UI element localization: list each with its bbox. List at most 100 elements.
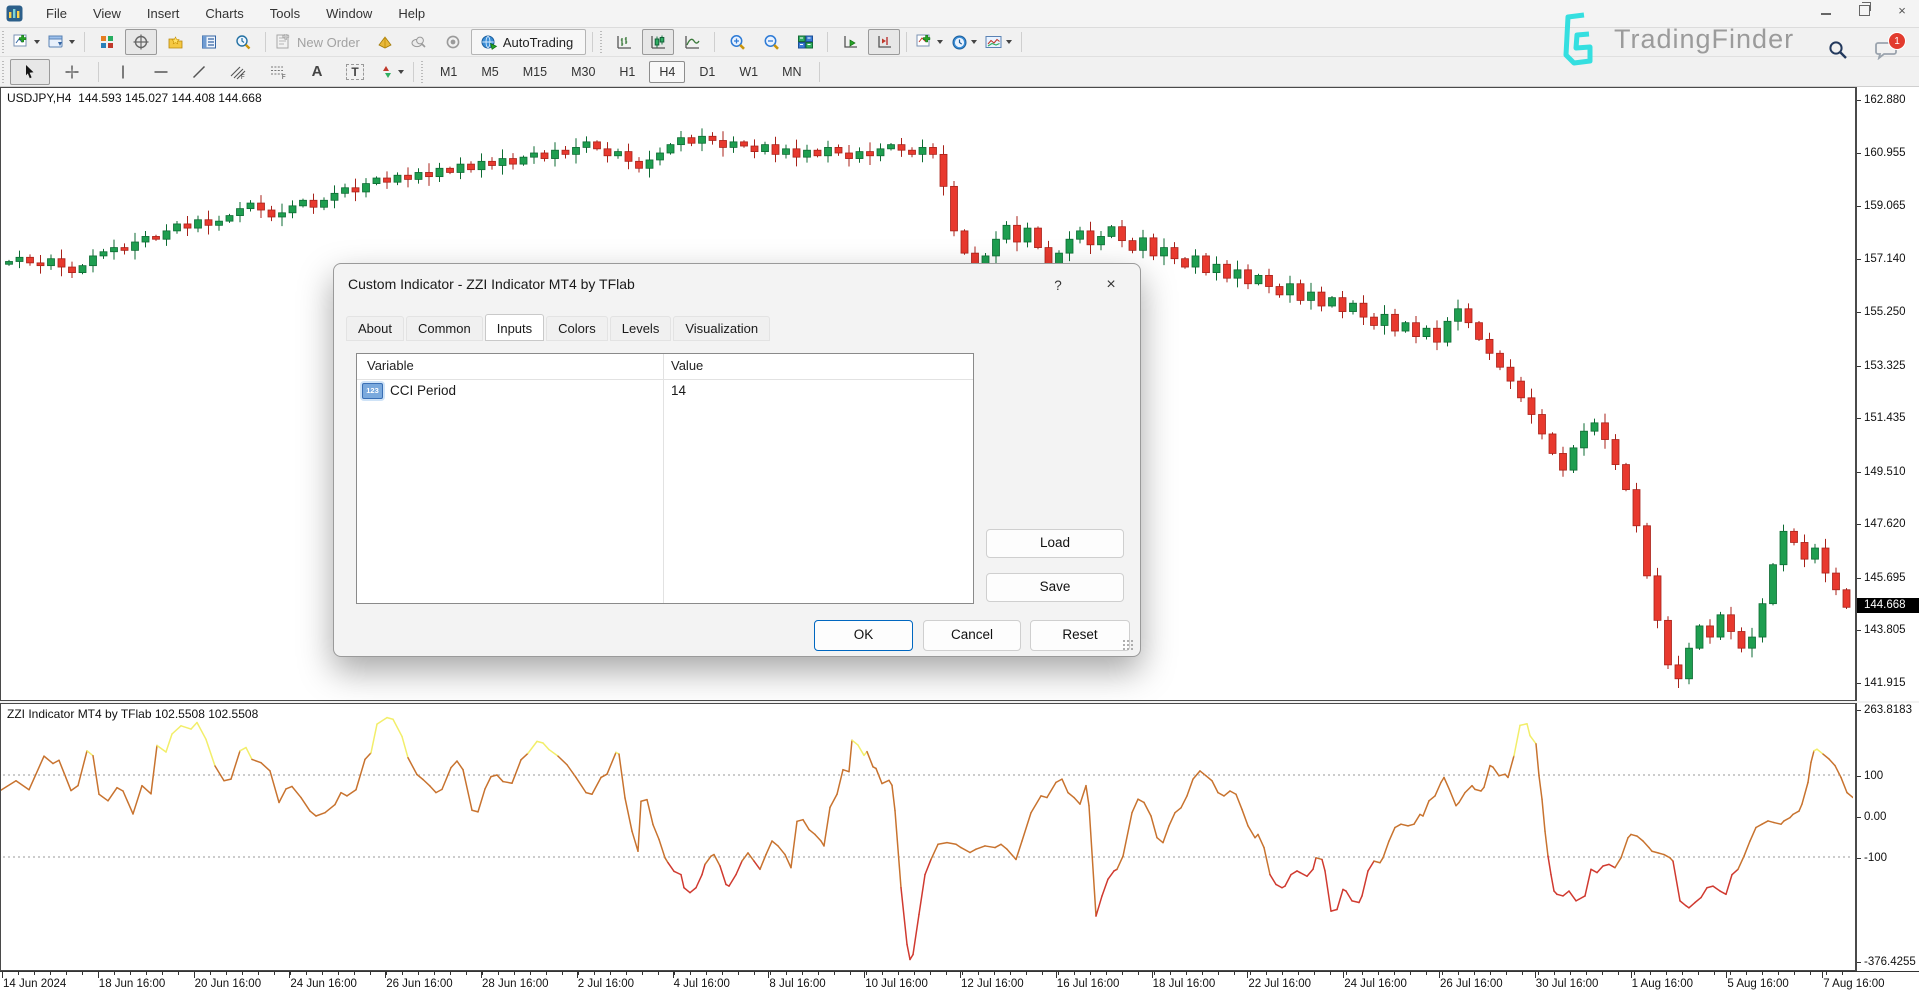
- time-label: 14 Jun 2024: [3, 978, 66, 990]
- fibonacci-tool-button[interactable]: F: [259, 59, 297, 85]
- line-chart-type-button[interactable]: [676, 29, 708, 55]
- vertical-line-tool-button[interactable]: [105, 59, 141, 85]
- indicator-axis[interactable]: 263.81831000.00-100-376.4255: [1856, 703, 1919, 971]
- timeframe-w1[interactable]: W1: [729, 61, 768, 83]
- save-button[interactable]: Save: [986, 573, 1124, 602]
- time-label: 26 Jul 16:00: [1440, 978, 1503, 990]
- resize-grip[interactable]: [1122, 639, 1133, 650]
- time-minor-tick: [818, 972, 819, 975]
- tab-levels[interactable]: Levels: [610, 316, 672, 341]
- periods-button[interactable]: [948, 29, 980, 55]
- menu-charts[interactable]: Charts: [192, 2, 256, 25]
- load-button[interactable]: Load: [986, 529, 1124, 558]
- toolbar-drag-handle[interactable]: [2, 61, 6, 83]
- variable-value[interactable]: 14: [671, 383, 686, 398]
- toolbar-drag-handle[interactable]: [600, 31, 604, 53]
- indicator-line: [1, 718, 1853, 960]
- cursor-tool-button[interactable]: [10, 59, 50, 85]
- zoom-out-button[interactable]: [755, 29, 787, 55]
- metaeditor-button[interactable]: [403, 29, 435, 55]
- toolbar-drag-handle[interactable]: [421, 61, 425, 83]
- tab-about[interactable]: About: [346, 316, 404, 341]
- tab-common[interactable]: Common: [406, 316, 483, 341]
- time-minor-tick: [994, 972, 995, 975]
- channel-tool-button[interactable]: F: [219, 59, 257, 85]
- chevron-down-icon: [1006, 40, 1012, 44]
- trendline-tool-button[interactable]: [181, 59, 217, 85]
- horizontal-line-tool-button[interactable]: [143, 59, 179, 85]
- time-minor-tick: [1154, 972, 1155, 975]
- time-minor-tick: [450, 972, 451, 975]
- price-axis[interactable]: 162.880160.955159.065157.140155.250153.3…: [1856, 87, 1919, 701]
- cancel-button[interactable]: Cancel: [923, 620, 1021, 651]
- time-minor-tick: [866, 972, 867, 975]
- time-minor-tick: [338, 972, 339, 975]
- text-tool-button[interactable]: A: [299, 59, 335, 85]
- terminal-button[interactable]: [193, 29, 225, 55]
- indicator-line-chart[interactable]: [1, 704, 1853, 968]
- chart-shift-button[interactable]: [868, 29, 900, 55]
- data-window-button[interactable]: [125, 29, 157, 55]
- timeframe-h4[interactable]: H4: [649, 61, 685, 83]
- templates-button[interactable]: [982, 29, 1015, 55]
- menu-view[interactable]: View: [80, 2, 134, 25]
- dialog-title[interactable]: Custom Indicator - ZZI Indicator MT4 by …: [348, 276, 635, 292]
- bar-chart-type-button[interactable]: [608, 29, 640, 55]
- timeframe-h1[interactable]: H1: [609, 61, 645, 83]
- help-icon[interactable]: ?: [1046, 274, 1070, 298]
- tile-windows-button[interactable]: [789, 29, 821, 55]
- inputs-table: Variable Value 123 CCI Period 14: [356, 353, 974, 604]
- search-icon[interactable]: [1828, 40, 1848, 60]
- crosshair-tool-button[interactable]: [52, 59, 92, 85]
- timeframe-m30[interactable]: M30: [561, 61, 605, 83]
- indicator-tick: -100: [1857, 851, 1887, 865]
- candlestick-type-button[interactable]: [642, 29, 674, 55]
- menu-file[interactable]: File: [33, 2, 80, 25]
- text-label-tool-button[interactable]: T: [337, 59, 373, 85]
- time-minor-tick: [1714, 972, 1715, 975]
- timeframe-m1[interactable]: M1: [430, 61, 467, 83]
- time-minor-tick: [546, 972, 547, 975]
- table-row[interactable]: 123 CCI Period 14: [357, 380, 973, 402]
- strategy-tester-button[interactable]: [227, 29, 259, 55]
- tab-inputs[interactable]: Inputs: [485, 314, 544, 341]
- indicators-button[interactable]: [913, 29, 946, 55]
- navigator-button[interactable]: [159, 29, 191, 55]
- chat-button[interactable]: 1: [1874, 40, 1898, 60]
- time-minor-tick: [1346, 972, 1347, 975]
- time-axis[interactable]: 14 Jun 202418 Jun 16:0020 Jun 16:0024 Ju…: [0, 971, 1919, 996]
- arrows-tool-button[interactable]: [375, 59, 407, 85]
- new-chart-button[interactable]: [10, 29, 43, 55]
- experts-button[interactable]: [369, 29, 401, 55]
- current-price-tag: 144.668: [1857, 598, 1919, 613]
- zoom-in-button[interactable]: [721, 29, 753, 55]
- auto-scroll-button[interactable]: [834, 29, 866, 55]
- menu-insert[interactable]: Insert: [134, 2, 193, 25]
- menu-help[interactable]: Help: [385, 2, 438, 25]
- indicator-panel[interactable]: ZZI Indicator MT4 by TFlab 102.5508 102.…: [0, 703, 1856, 971]
- menu-window[interactable]: Window: [313, 2, 385, 25]
- new-order-button[interactable]: New Order: [272, 29, 367, 55]
- close-icon[interactable]: ×: [1096, 272, 1126, 298]
- community-button[interactable]: [437, 29, 469, 55]
- time-minor-tick: [1362, 972, 1363, 975]
- timeframe-mn[interactable]: MN: [772, 61, 811, 83]
- autotrading-button[interactable]: AutoTrading: [471, 29, 586, 55]
- tab-visualization[interactable]: Visualization: [673, 316, 770, 341]
- toolbar-drag-handle[interactable]: [2, 31, 6, 53]
- column-variable: Variable: [367, 358, 414, 373]
- timeframe-m5[interactable]: M5: [471, 61, 508, 83]
- tab-colors[interactable]: Colors: [546, 316, 608, 341]
- profiles-button[interactable]: [45, 29, 78, 55]
- timeframe-d1[interactable]: D1: [689, 61, 725, 83]
- time-minor-tick: [594, 972, 595, 975]
- svg-text:F: F: [282, 75, 286, 80]
- time-minor-tick: [1202, 972, 1203, 975]
- price-tick: 162.880: [1857, 93, 1906, 107]
- reset-button[interactable]: Reset: [1030, 620, 1130, 651]
- ok-button[interactable]: OK: [814, 620, 913, 651]
- menu-tools[interactable]: Tools: [257, 2, 313, 25]
- market-watch-button[interactable]: [91, 29, 123, 55]
- timeframe-m15[interactable]: M15: [513, 61, 557, 83]
- time-minor-tick: [674, 972, 675, 975]
